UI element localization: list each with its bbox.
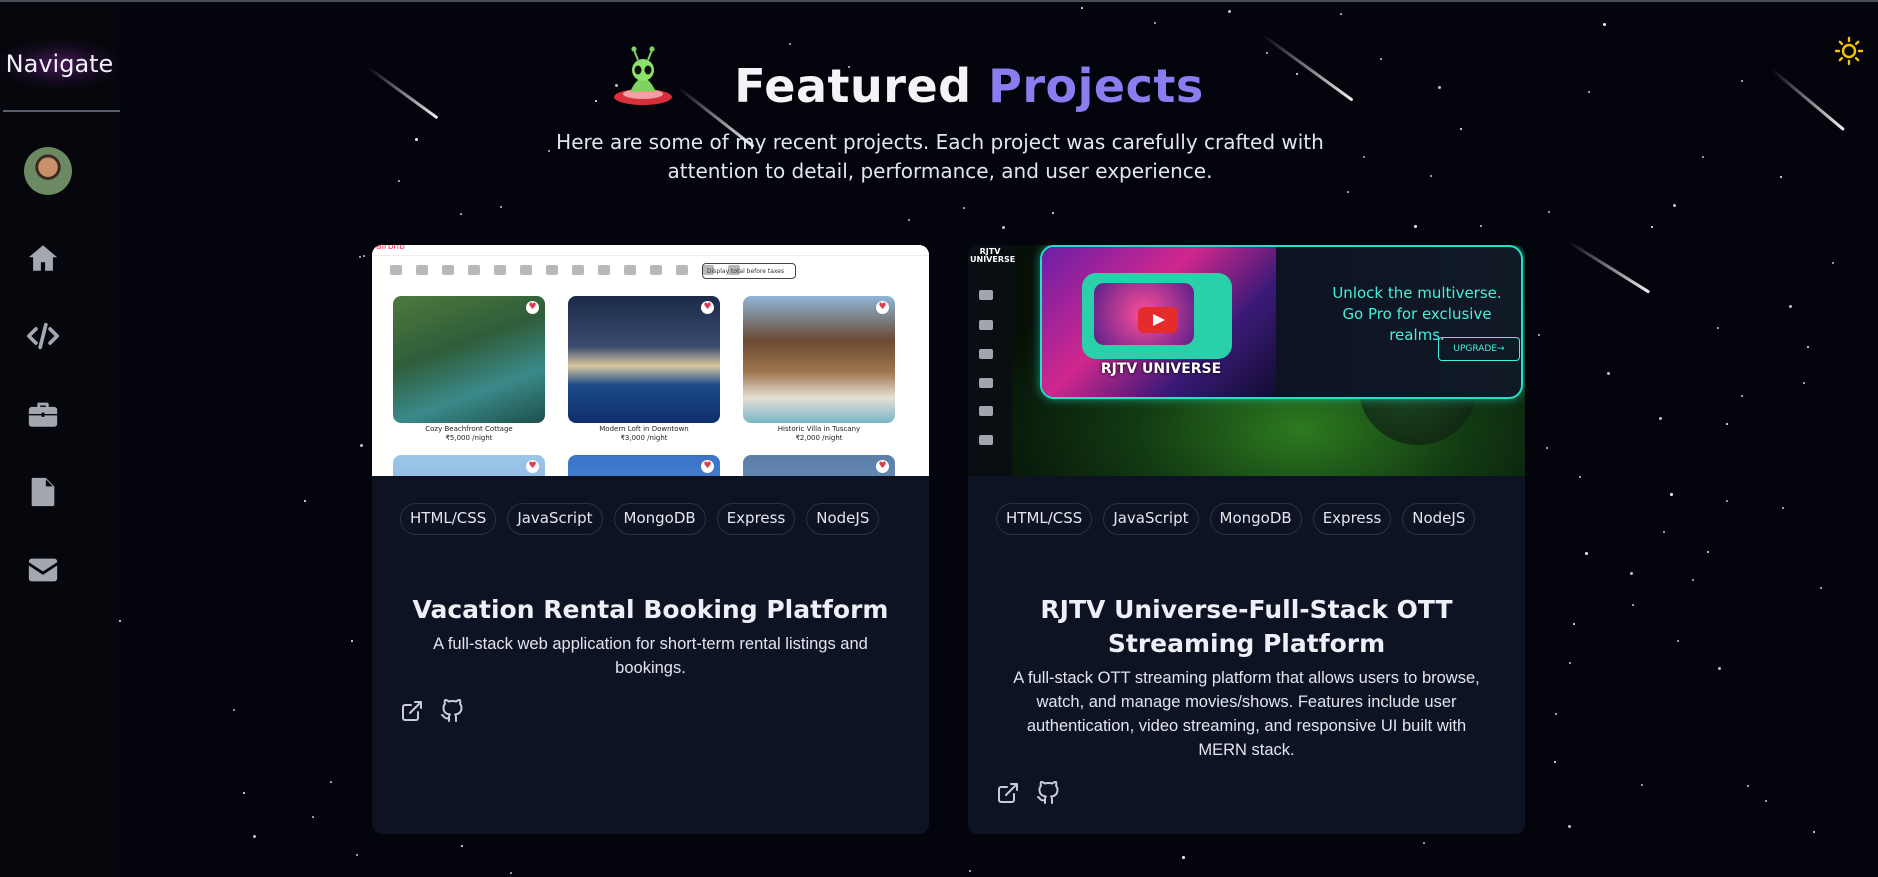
tech-tag: JavaScript — [507, 503, 603, 535]
sun-icon — [1834, 36, 1864, 66]
page-title-main: Featured — [734, 59, 972, 113]
page-subtitle: Here are some of my recent projects. Eac… — [556, 130, 1324, 183]
thumb-listing-image: ♥ — [568, 296, 720, 423]
github-icon — [1037, 780, 1059, 804]
avatar[interactable] — [24, 147, 72, 195]
thumb-listing-image: ♥ — [743, 455, 895, 476]
heart-icon: ♥ — [526, 460, 539, 473]
project-links — [400, 698, 466, 725]
sidebar-title: Navigate — [0, 40, 119, 88]
live-demo-link[interactable] — [400, 699, 426, 725]
project-card: RJTV UNIVERSE RJTV UNIVERSE Unlock the m… — [968, 245, 1525, 834]
sidebar-item-skills[interactable] — [24, 317, 62, 355]
thumb-brand: RJTV UNIVERSE — [970, 247, 1016, 264]
live-demo-link[interactable] — [996, 781, 1022, 807]
sidebar-divider — [3, 110, 120, 112]
external-link-icon — [998, 783, 1018, 803]
project-title: Vacation Rental Booking Platform — [412, 595, 889, 624]
thumb-listing-caption: Historic Villa in Tuscany ₹2,000 /night — [777, 425, 861, 442]
thumb-listing-caption: Cozy Beachfront Cottage ₹5,000 /night — [425, 425, 513, 442]
tech-tags: HTML/CSS JavaScript MongoDB Express Node… — [996, 503, 1496, 535]
thumb-listing-image: ♥ — [568, 455, 720, 476]
project-title: RJTV Universe-Full-Stack OTT Streaming P… — [1040, 595, 1453, 658]
thumb-art-title: RJTV UNIVERSE — [1100, 361, 1222, 377]
thumb-listing-image: ♥ — [393, 455, 545, 476]
project-links — [996, 780, 1062, 807]
tech-tag: HTML/CSS — [996, 503, 1093, 535]
code-icon — [26, 322, 60, 350]
theme-toggle-button[interactable] — [1834, 36, 1864, 66]
thumb-promo-banner: RJTV UNIVERSE Unlock the multiverse. Go … — [1040, 245, 1523, 399]
heart-icon: ♥ — [701, 301, 714, 314]
tech-tag: NodeJS — [1402, 503, 1476, 535]
sidebar-item-resume[interactable] — [24, 473, 62, 511]
project-thumbnail[interactable]: RJTV UNIVERSE RJTV UNIVERSE Unlock the m… — [968, 245, 1525, 476]
thumb-listing-image: ♥ — [393, 296, 545, 423]
thumb-navbar: airbnb — [372, 245, 929, 256]
top-border — [0, 0, 1878, 2]
tech-tags: HTML/CSS JavaScript MongoDB Express Node… — [400, 503, 900, 535]
heart-icon: ♥ — [526, 301, 539, 314]
project-description: A full-stack OTT streaming platform that… — [1013, 669, 1480, 759]
thumb-category-row — [390, 265, 910, 283]
page-title: Featured Projects — [612, 56, 1266, 116]
tech-tag: Express — [1312, 503, 1392, 535]
file-icon — [31, 477, 55, 507]
heart-icon: ♥ — [701, 460, 714, 473]
tech-tag: JavaScript — [1103, 503, 1199, 535]
tv-icon — [1082, 273, 1232, 359]
home-icon — [28, 245, 58, 271]
tech-tag: Express — [716, 503, 796, 535]
github-link[interactable] — [440, 698, 466, 725]
sidebar-item-home[interactable] — [24, 239, 62, 277]
thumb-tv-art: RJTV UNIVERSE — [1042, 247, 1276, 397]
tech-tag: MongoDB — [1209, 503, 1302, 535]
thumb-listing-image: ♥ — [743, 296, 895, 423]
github-icon — [441, 698, 463, 722]
project-description: A full-stack web application for short-t… — [433, 635, 868, 677]
tech-tag: HTML/CSS — [400, 503, 497, 535]
external-link-icon — [402, 701, 422, 721]
tech-tag: NodeJS — [806, 503, 880, 535]
sidebar-item-contact[interactable] — [24, 551, 62, 589]
play-icon — [1138, 307, 1178, 333]
heart-icon: ♥ — [876, 460, 889, 473]
heart-icon: ♥ — [876, 301, 889, 314]
envelope-icon — [28, 558, 58, 582]
thumb-tax-toggle: Display total before taxes — [702, 263, 796, 279]
tech-tag: MongoDB — [613, 503, 706, 535]
thumb-upgrade-button: UPGRADE→ — [1438, 337, 1520, 361]
thumb-listing-caption: Modern Loft in Downtown ₹3,000 /night — [599, 425, 689, 442]
sidebar: Navigate — [0, 2, 120, 877]
project-card: airbnb Display total before taxes ♥ Cozy… — [372, 245, 929, 834]
thumb-logo: airbnb — [376, 245, 405, 252]
sidebar-item-experience[interactable] — [24, 395, 62, 433]
page-title-accent: Projects — [988, 59, 1204, 113]
thumb-sidebar: RJTV UNIVERSE — [968, 245, 1016, 476]
project-thumbnail[interactable]: airbnb Display total before taxes ♥ Cozy… — [372, 245, 929, 476]
briefcase-icon — [28, 402, 58, 427]
github-link[interactable] — [1036, 780, 1062, 807]
